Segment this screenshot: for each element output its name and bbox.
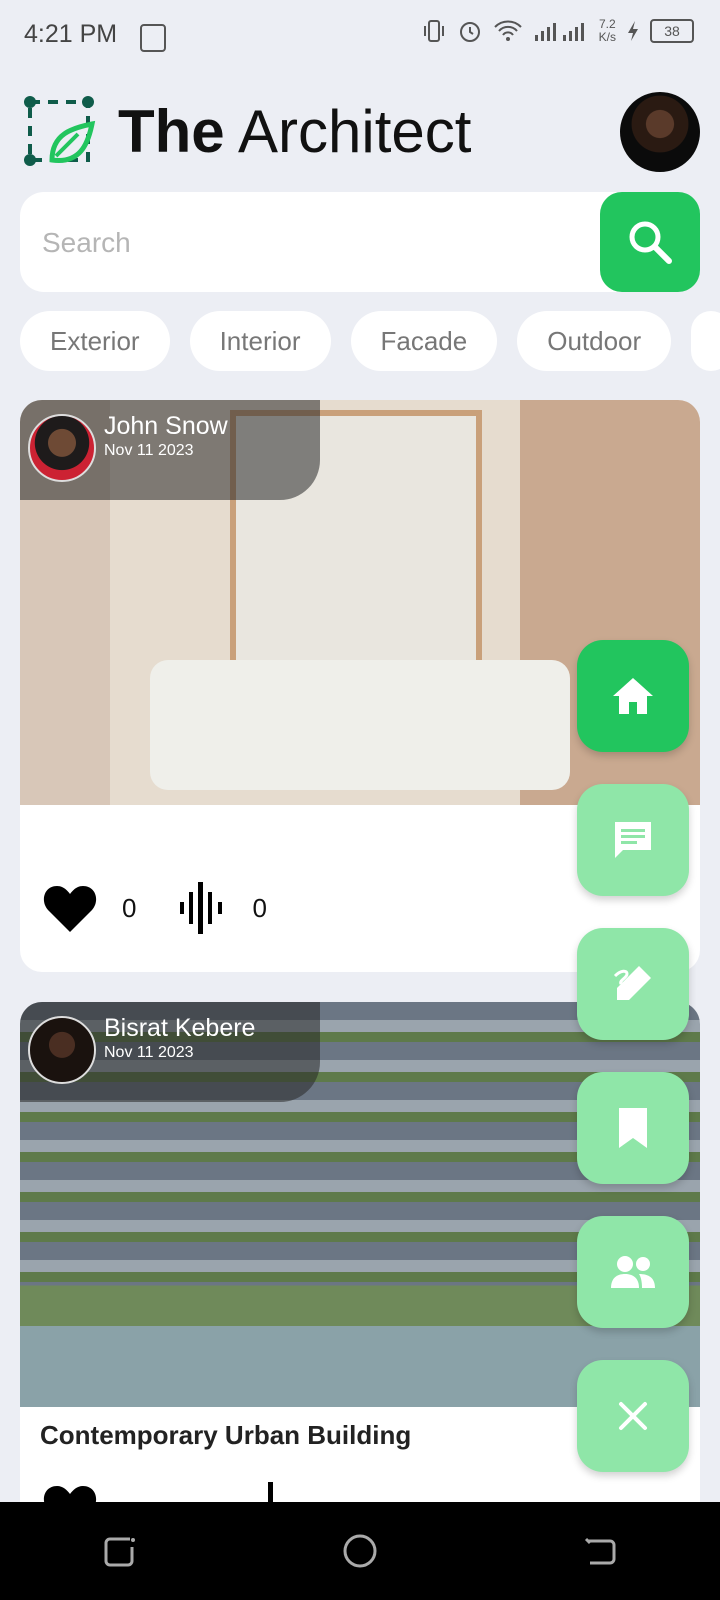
status-icons: 7.2 K/s 38 xyxy=(421,18,694,44)
back-icon[interactable] xyxy=(580,1531,620,1571)
app-title: The Architect xyxy=(118,96,471,168)
chat-button[interactable] xyxy=(577,784,689,896)
author-avatar[interactable] xyxy=(28,1016,96,1084)
notification-icon xyxy=(140,24,166,52)
chip-facade[interactable]: Facade xyxy=(350,311,498,371)
chip-exterior[interactable]: Exterior xyxy=(20,311,170,371)
status-time: 4:21 PM xyxy=(24,20,118,48)
home-button[interactable] xyxy=(577,640,689,752)
author-overlay: John Snow Nov 11 2023 xyxy=(20,400,320,500)
bookmark-button[interactable] xyxy=(577,1072,689,1184)
heart-icon[interactable] xyxy=(42,882,98,934)
profile-avatar[interactable] xyxy=(620,92,700,172)
audio-wave-icon[interactable] xyxy=(178,880,228,936)
search-button[interactable] xyxy=(600,192,700,292)
chip-interior[interactable]: Interior xyxy=(189,311,331,371)
search-bar xyxy=(20,192,700,294)
app-title-light: Architect xyxy=(238,98,472,165)
home-nav-icon[interactable] xyxy=(340,1531,380,1571)
post-title: Contemporary Urban Building xyxy=(40,1420,412,1450)
category-chips: Exterior Interior Facade Outdoor xyxy=(20,311,720,371)
signal-icon xyxy=(534,23,584,41)
alarm-icon xyxy=(459,22,480,42)
wifi-icon xyxy=(493,20,522,41)
app-title-bold: The xyxy=(118,98,225,165)
post-date: Nov 11 2023 xyxy=(104,1044,194,1061)
network-speed: 7.2 K/s xyxy=(599,18,616,44)
author-name: Bisrat Kebere xyxy=(104,1014,256,1042)
search-icon xyxy=(629,221,672,264)
author-name: John Snow xyxy=(104,412,228,440)
search-input[interactable] xyxy=(40,192,604,294)
close-button[interactable] xyxy=(577,1360,689,1472)
speed-unit: K/s xyxy=(598,30,616,44)
edit-icon xyxy=(613,966,651,1000)
post-reactions: 0 0 xyxy=(42,878,442,938)
system-nav-bar xyxy=(0,1502,720,1600)
status-bar: 4:21 PM 7.2 K/s 38 xyxy=(0,0,720,72)
people-icon xyxy=(611,1256,655,1288)
people-button[interactable] xyxy=(577,1216,689,1328)
chip-outdoor[interactable]: Outdoor xyxy=(517,311,672,371)
listen-count: 0 xyxy=(252,892,267,923)
vibrate-icon xyxy=(423,20,444,42)
recent-apps-icon[interactable] xyxy=(100,1531,140,1571)
author-avatar[interactable] xyxy=(28,414,96,482)
like-count: 0 xyxy=(122,892,137,923)
chat-icon xyxy=(615,822,651,858)
battery-indicator: 38 xyxy=(650,19,694,43)
chip-more[interactable] xyxy=(691,311,720,371)
bookmark-icon xyxy=(619,1108,647,1148)
author-overlay: Bisrat Kebere Nov 11 2023 xyxy=(20,1002,320,1102)
home-icon xyxy=(613,678,653,714)
close-icon xyxy=(619,1402,647,1430)
app-logo-icon xyxy=(24,96,96,166)
edit-button[interactable] xyxy=(577,928,689,1040)
post-date: Nov 11 2023 xyxy=(104,442,194,459)
charging-icon xyxy=(628,21,638,41)
